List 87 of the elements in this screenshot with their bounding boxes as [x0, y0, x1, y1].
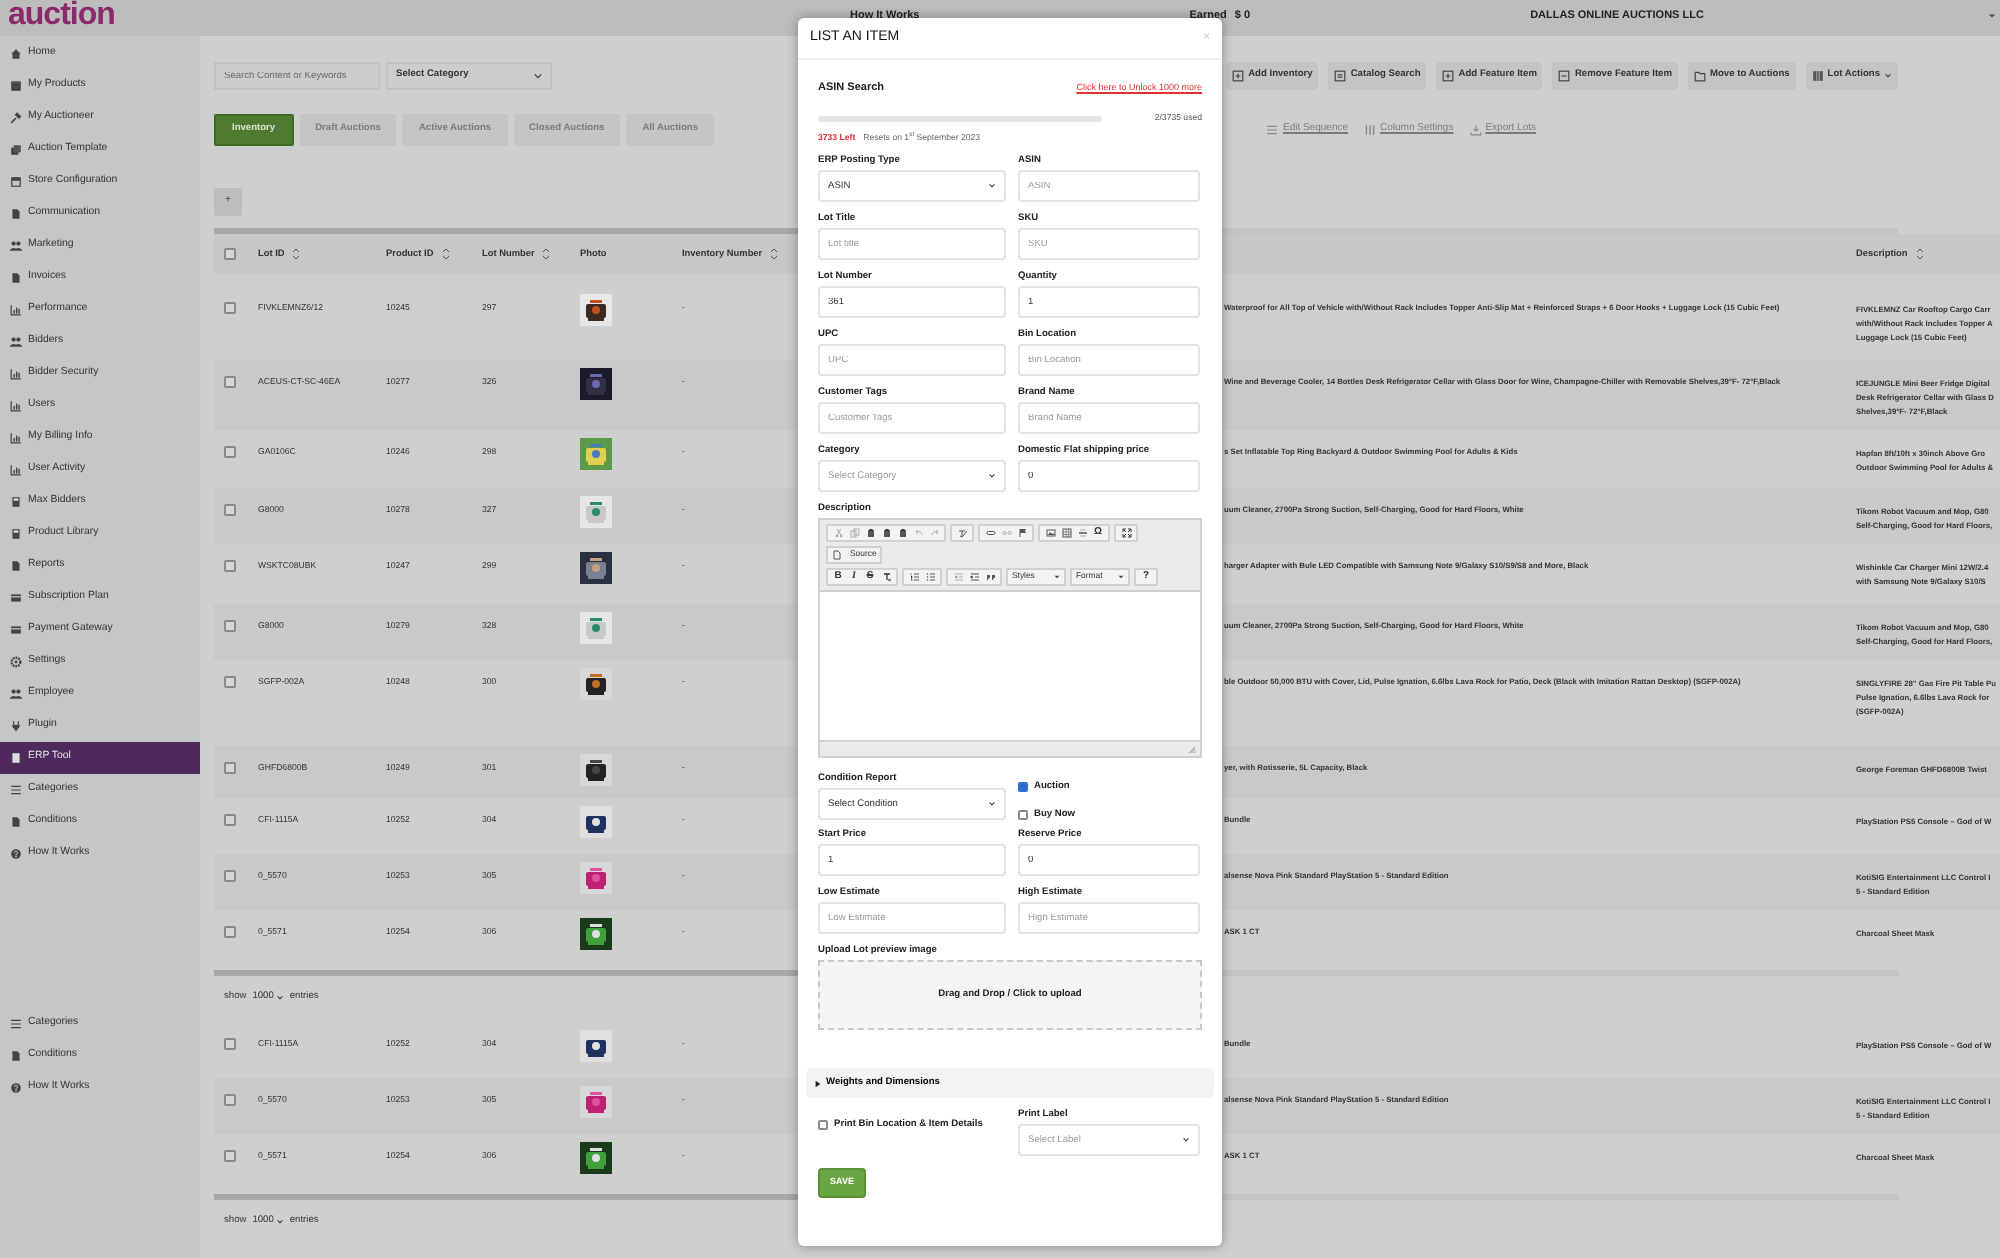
sort-icon: [542, 247, 551, 260]
row-checkbox[interactable]: [224, 620, 236, 632]
row-checkbox[interactable]: [224, 676, 236, 688]
clipboard-icon: [897, 528, 907, 539]
list-icon: [10, 1018, 22, 1030]
catalog-icon: [1334, 70, 1347, 82]
quote-icon: [985, 572, 995, 583]
people-icon: [10, 336, 22, 348]
gear-icon: [10, 656, 22, 668]
clipboard-icon: [881, 528, 891, 539]
checkbox[interactable]: [818, 1119, 828, 1130]
row-checkbox[interactable]: [224, 926, 236, 938]
list-icon: [10, 784, 22, 796]
chart-icon: [10, 368, 22, 380]
row-checkbox[interactable]: [224, 446, 236, 458]
chart-icon: [10, 464, 22, 476]
copy-icon: [849, 528, 859, 539]
header-checkbox[interactable]: [224, 248, 236, 260]
horizontal-rule-icon: [1077, 528, 1087, 539]
row-checkbox[interactable]: [224, 814, 236, 826]
checkbox[interactable]: [1018, 809, 1028, 820]
redo-icon: [929, 528, 939, 539]
home-icon: [10, 48, 22, 60]
caret-icon: [1988, 12, 1996, 20]
document-icon: [10, 208, 22, 220]
folder-icon: [1694, 70, 1706, 82]
document-icon: [10, 816, 22, 828]
checkbox[interactable]: [1018, 781, 1028, 792]
help-icon: [10, 1082, 22, 1094]
plus-box-icon: [1442, 70, 1455, 82]
store-icon: [10, 176, 22, 188]
scissors-icon: [833, 528, 843, 539]
link-icon: [985, 528, 995, 539]
clear-format-icon: [881, 572, 891, 583]
chevron-icon: [275, 994, 284, 1002]
plug-icon: [10, 720, 22, 732]
undo-icon: [913, 528, 923, 539]
row-checkbox[interactable]: [224, 1038, 236, 1050]
outdent-icon: [953, 572, 963, 583]
row-checkbox[interactable]: [224, 1094, 236, 1106]
copy-icon: [10, 144, 22, 156]
card-icon: [10, 592, 22, 604]
sort-icon: [1915, 247, 1924, 260]
document-icon: [10, 560, 22, 572]
download-icon: [1469, 124, 1482, 136]
row-checkbox[interactable]: [224, 302, 236, 314]
row-checkbox[interactable]: [224, 560, 236, 572]
row-checkbox[interactable]: [224, 504, 236, 516]
chevron-icon: [275, 1218, 284, 1226]
row-checkbox[interactable]: [224, 1150, 236, 1162]
unlink-icon: [1001, 528, 1011, 539]
document-icon: [832, 550, 842, 561]
people-icon: [10, 240, 22, 252]
logo[interactable]: auction: [0, 0, 200, 36]
clipboard-icon: [865, 528, 875, 539]
people-icon: [10, 688, 22, 700]
numbered-list-icon: [909, 572, 919, 583]
resize-grip-icon: [1188, 745, 1196, 754]
chart-icon: [10, 400, 22, 412]
maximize-icon: [1121, 528, 1131, 539]
sort-icon: [292, 247, 301, 260]
sort-icon: [770, 247, 779, 260]
sort-icon: [441, 247, 450, 260]
table-icon: [1061, 528, 1071, 539]
box-icon: [10, 80, 22, 92]
chart-icon: [10, 432, 22, 444]
caret-icon: [534, 72, 542, 80]
document-icon: [10, 272, 22, 284]
row-checkbox[interactable]: [224, 870, 236, 882]
columns-icon: [1811, 70, 1824, 82]
list-icon: [1266, 124, 1279, 136]
flag-icon: [1017, 528, 1027, 539]
help-icon: [10, 848, 22, 860]
gavel-icon: [10, 112, 22, 124]
row-checkbox[interactable]: [224, 376, 236, 388]
columns-icon: [1364, 124, 1377, 136]
card-icon: [10, 624, 22, 636]
spellcheck-icon: [957, 528, 967, 539]
minus-box-icon: [1558, 70, 1571, 82]
chevron-icon: [1884, 72, 1892, 80]
plus-box-icon: [1232, 70, 1245, 82]
chart-icon: [10, 304, 22, 316]
bulleted-list-icon: [925, 572, 935, 583]
indent-icon: [969, 572, 979, 583]
document-icon: [10, 1050, 22, 1062]
image-icon: [1045, 528, 1055, 539]
row-checkbox[interactable]: [224, 762, 236, 774]
